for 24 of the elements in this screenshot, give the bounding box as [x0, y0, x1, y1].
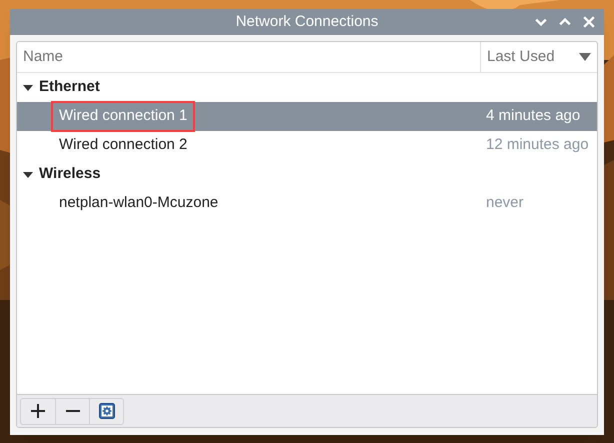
column-header[interactable]: Last Used — [480, 42, 597, 72]
minus-icon — [64, 410, 80, 412]
connection-name: netplan-wlan0-Mcuzone — [58, 193, 220, 214]
close-icon — [583, 16, 595, 28]
group-label: Wireless — [39, 164, 101, 184]
group-label: Ethernet — [39, 77, 100, 98]
column-label: Last Used — [487, 46, 555, 67]
connection-name: Wired connection 1 — [51, 101, 196, 132]
plus-icon — [30, 403, 46, 419]
list-row[interactable]: Wired connection 1 4 minutes ago — [17, 102, 597, 131]
connection-name: Wired connection 2 — [58, 135, 188, 156]
expanded-arrow-icon[interactable] — [23, 84, 33, 90]
column-header[interactable]: Name — [17, 42, 480, 72]
gear-icon — [98, 403, 114, 419]
last-used-time: 12 minutes ago — [485, 135, 590, 156]
last-used-time: never — [485, 193, 525, 214]
list-row[interactable]: netplan-wlan0-Mcuzone never — [17, 189, 597, 218]
last-used-time: 4 minutes ago — [485, 106, 582, 126]
chevron-up-icon — [559, 18, 571, 26]
chevron-down-icon — [535, 18, 547, 26]
expanded-arrow-icon[interactable] — [23, 172, 33, 178]
window-title: Network Connections — [234, 12, 380, 32]
list-row[interactable]: Wired connection 2 12 minutes ago — [17, 131, 597, 160]
sort-arrow-icon — [579, 53, 591, 61]
